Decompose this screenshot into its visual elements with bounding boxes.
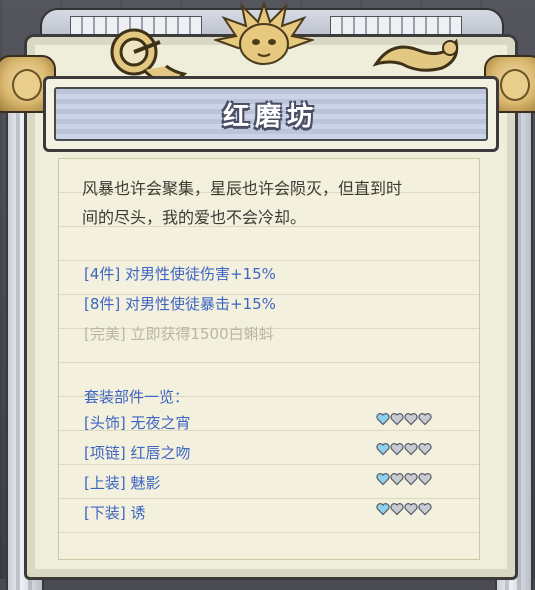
heart-rating <box>376 412 432 426</box>
heart-icon <box>418 443 432 456</box>
heart-icon <box>404 503 418 516</box>
heart-icon <box>376 473 390 486</box>
set-part-headwear[interactable]: [头饰] 无夜之宵 <box>84 412 190 433</box>
heart-icon <box>390 503 404 516</box>
heart-icon <box>376 443 390 456</box>
page-title: 红磨坊 <box>222 101 319 132</box>
heart-rating <box>376 472 432 486</box>
set-part-top[interactable]: [上装] 魅影 <box>84 472 160 493</box>
heart-icon <box>390 443 404 456</box>
heart-icon <box>418 473 432 486</box>
heart-icon <box>390 473 404 486</box>
set-description: 风暴也许会聚集，星辰也许会陨灭，但直到时 间的尽头，我的爱也不会冷却。 <box>82 174 462 232</box>
heart-icon <box>376 503 390 516</box>
heart-icon <box>418 413 432 426</box>
set-effect-perfect: [完美] 立即获得1500白蝌蚪 <box>84 325 274 343</box>
heart-icon <box>376 413 390 426</box>
heart-icon <box>404 443 418 456</box>
heart-rating <box>376 502 432 516</box>
set-effect-8pc: [8件] 对男性使徒暴击+15% <box>84 295 276 313</box>
heart-icon <box>404 413 418 426</box>
title-plate: 红磨坊 <box>43 76 499 152</box>
set-part-bottom[interactable]: [下装] 诱 <box>84 502 145 523</box>
heart-icon <box>390 413 404 426</box>
heart-icon <box>404 473 418 486</box>
scroll-ornament-icon <box>372 38 459 72</box>
set-part-necklace[interactable]: [项链] 红唇之吻 <box>84 442 190 463</box>
heart-rating <box>376 442 432 456</box>
sun-ornament-icon <box>214 0 314 65</box>
description-line: 风暴也许会聚集，星辰也许会陨灭，但直到时 <box>82 179 403 198</box>
parts-list-title: 套装部件一览： <box>84 388 190 406</box>
heart-icon <box>418 503 432 516</box>
set-effect-4pc: [4件] 对男性使徒伤害+15% <box>84 265 276 283</box>
description-line: 间的尽头，我的爱也不会冷却。 <box>82 208 307 227</box>
